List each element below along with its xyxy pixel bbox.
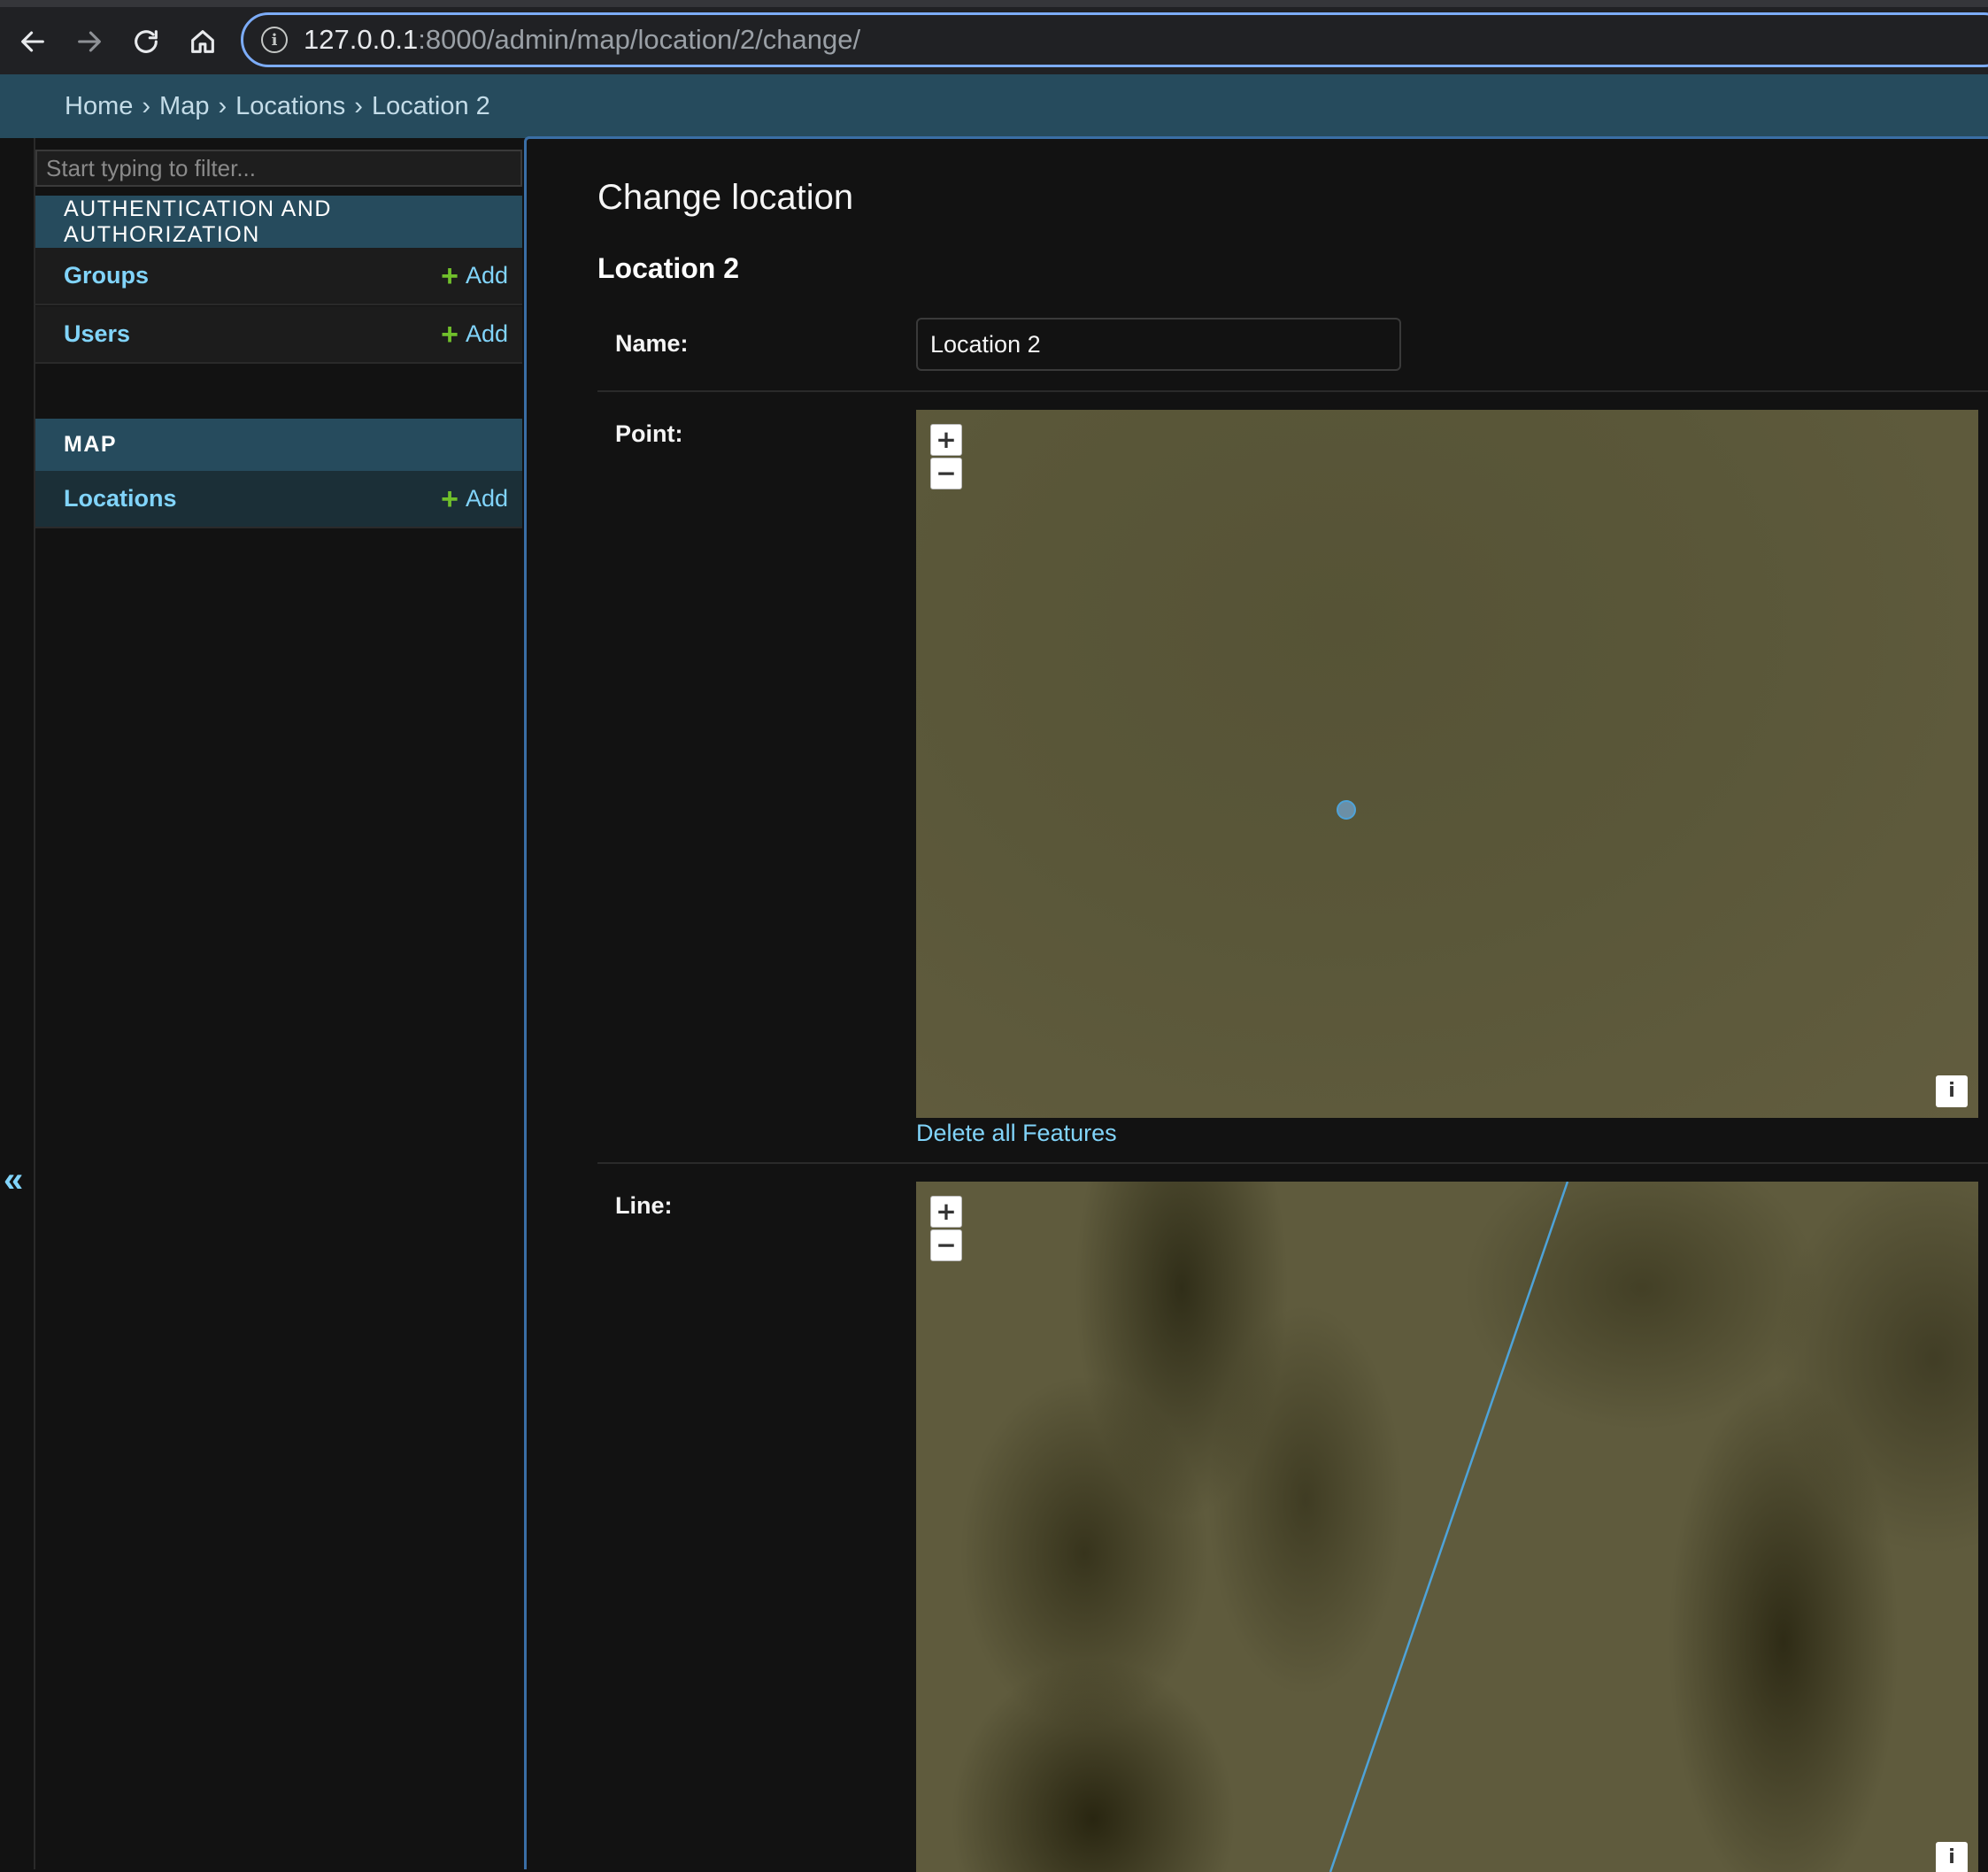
address-bar[interactable]: i 127.0.0.1:8000/admin/map/location/2/ch…	[241, 12, 1988, 67]
arrow-left-icon	[21, 31, 44, 52]
site-info-icon[interactable]: i	[261, 27, 288, 53]
add-label: Add	[465, 320, 508, 347]
name-field[interactable]	[916, 318, 1401, 371]
add-label: Add	[465, 485, 508, 512]
url-path: :8000/admin/map/location/2/change/	[418, 24, 861, 55]
add-group-button[interactable]: + Add	[441, 261, 508, 291]
app-caption-auth[interactable]: AUTHENTICATION AND AUTHORIZATION	[35, 196, 522, 248]
forward-button[interactable]	[65, 18, 113, 65]
users-link[interactable]: Users	[64, 320, 130, 348]
page-title: Change location	[597, 178, 854, 217]
plus-icon: +	[441, 258, 458, 293]
point-feature-layer	[1337, 800, 1356, 820]
line-map[interactable]: + − i	[916, 1182, 1978, 1872]
main-content: Change location Location 2 Name: Point: …	[524, 136, 1988, 1872]
plus-icon: +	[441, 317, 458, 351]
object-title: Location 2	[597, 252, 740, 284]
url-host: 127.0.0.1	[304, 24, 419, 55]
browser-toolbar: i 127.0.0.1:8000/admin/map/location/2/ch…	[0, 0, 1988, 74]
line-label: Line:	[615, 1192, 673, 1219]
point-label: Point:	[615, 420, 683, 447]
divider	[597, 390, 1988, 392]
add-label: Add	[465, 262, 508, 289]
groups-link[interactable]: Groups	[64, 262, 149, 289]
back-button[interactable]	[9, 18, 57, 65]
breadcrumb-current: Location 2	[371, 91, 490, 120]
reload-button[interactable]	[122, 18, 170, 65]
breadcrumb-separator: ›	[354, 91, 363, 120]
line-feature	[1329, 1182, 1569, 1872]
attribution-button[interactable]: i	[1936, 1842, 1968, 1872]
line-feature-layer	[1329, 1182, 1569, 1872]
plus-icon: +	[441, 481, 458, 516]
breadcrumb-map[interactable]: Map	[159, 92, 209, 121]
breadcrumb-separator: ›	[142, 91, 151, 120]
add-location-button[interactable]: + Add	[441, 484, 508, 514]
name-label: Name:	[615, 330, 689, 357]
breadcrumb-separator: ›	[218, 91, 227, 120]
sidebar-item-groups: Groups + Add	[35, 248, 522, 305]
add-user-button[interactable]: + Add	[441, 320, 508, 350]
nav-sidebar: AUTHENTICATION AND AUTHORIZATION Groups …	[35, 138, 522, 1869]
locations-link[interactable]: Locations	[64, 485, 177, 512]
arrow-right-icon	[78, 31, 101, 52]
app-caption-map[interactable]: MAP	[35, 419, 522, 471]
point-feature-marker	[1337, 800, 1356, 820]
home-button[interactable]	[179, 18, 227, 65]
delete-all-features-link[interactable]: Delete all Features	[916, 1120, 1117, 1147]
breadcrumb-home[interactable]: Home	[65, 92, 133, 121]
home-icon	[191, 30, 214, 53]
sidebar-item-users: Users + Add	[35, 306, 522, 364]
breadcrumb-locations[interactable]: Locations	[235, 92, 345, 121]
divider	[597, 1162, 1988, 1164]
nav-filter-input[interactable]	[35, 150, 522, 187]
nav-sidebar-toggle-strip: «	[0, 138, 35, 1869]
attribution-button[interactable]: i	[1936, 1075, 1968, 1107]
breadcrumb: Home › Map › Locations › Location 2	[0, 74, 1988, 138]
sidebar-item-locations: Locations + Add	[35, 471, 522, 528]
collapse-sidebar-icon[interactable]: «	[4, 1160, 23, 1200]
reload-icon	[135, 30, 158, 53]
point-map[interactable]: + − i	[916, 410, 1978, 1118]
